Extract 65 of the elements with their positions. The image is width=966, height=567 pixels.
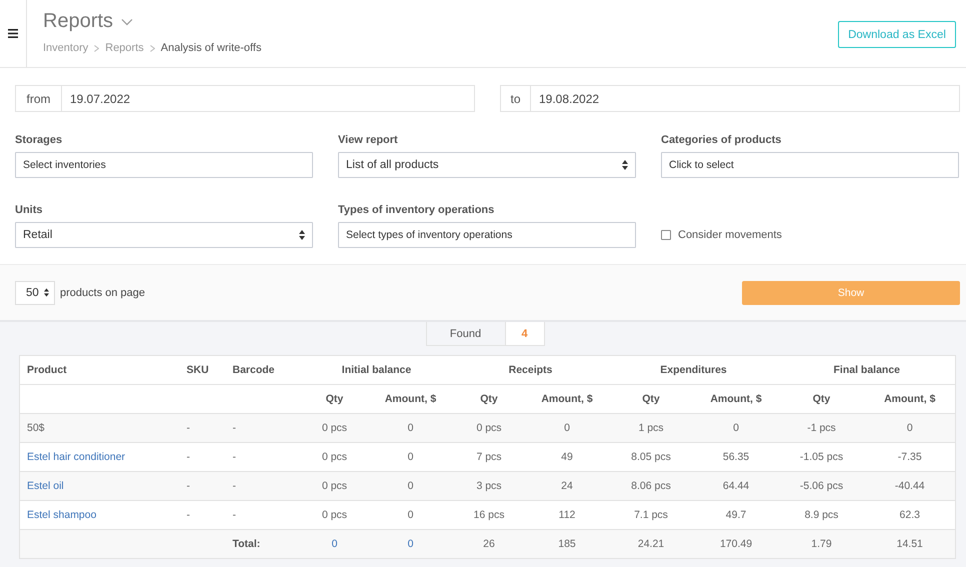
date-field[interactable]: to 19.08.2022	[500, 85, 960, 112]
total-cell: 1.79	[778, 530, 865, 558]
chevron-right-icon	[94, 44, 100, 52]
select-field[interactable]: List of all products	[338, 152, 636, 178]
column-group-header: Initial balance	[300, 356, 453, 384]
column-group-header: Expenditures	[608, 356, 779, 384]
table-cell: 0	[368, 414, 453, 442]
table-cell: 0	[694, 414, 779, 442]
total-cell: 26	[452, 530, 526, 558]
table-cell: 3 pcs	[452, 472, 526, 500]
found-count: 4	[506, 322, 544, 346]
total-cell: 14.51	[864, 530, 956, 558]
multiselect-field[interactable]: Select types of inventory operations	[338, 222, 636, 248]
field-label: View report	[338, 134, 399, 146]
field-label: Categories of products	[661, 134, 782, 146]
column-header: SKU	[180, 356, 226, 384]
column-group-header: Final balance	[778, 356, 956, 384]
column-group-header: Receipts	[452, 356, 609, 384]
total-cell: 185	[526, 530, 609, 558]
table-cell: 0 pcs	[300, 472, 368, 500]
chevron-right-icon	[150, 44, 155, 52]
field-label: Units	[15, 204, 44, 216]
column-header: Product	[20, 356, 180, 384]
page-size-label: products on page	[60, 286, 146, 298]
table-cell: 0	[864, 414, 956, 442]
total-cell: 24.21	[608, 530, 694, 558]
checkbox[interactable]	[661, 230, 671, 240]
checkbox-label[interactable]: Consider movements	[678, 229, 782, 241]
table-cell: -	[226, 414, 300, 442]
table-cell: 1 pcs	[608, 414, 694, 442]
table-cell: 0 pcs	[452, 414, 526, 442]
total-label: Total:	[226, 530, 300, 558]
table-cell: -	[226, 472, 300, 500]
table-cell: 24	[526, 472, 609, 500]
table-cell: 8.06 pcs	[608, 472, 694, 500]
field-label: Types of inventory operations	[338, 204, 496, 216]
table-cell: -5.06 pcs	[778, 472, 865, 500]
found-label: Found	[426, 322, 506, 346]
menu-icon[interactable]	[8, 29, 18, 38]
breadcrumb-item: Analysis of write-offs	[160, 42, 262, 54]
multiselect-field[interactable]: Select inventories	[15, 152, 313, 178]
product-cell[interactable]: Estel oil	[20, 472, 180, 500]
total-cell: 0	[368, 530, 453, 558]
sort-arrows-icon	[299, 230, 305, 240]
table-cell: -	[180, 414, 226, 442]
column-header: Barcode	[226, 356, 300, 384]
chevron-down-icon[interactable]	[121, 18, 134, 26]
table-cell: -	[180, 472, 226, 500]
table-cell: 0	[526, 414, 609, 442]
field-label: Storages	[15, 134, 64, 146]
date-field[interactable]: from 19.07.2022	[15, 85, 475, 112]
sort-arrows-icon	[44, 288, 49, 297]
table-cell: 0	[368, 472, 453, 500]
product-cell: 50$	[20, 414, 180, 442]
table-cell: 64.44	[694, 472, 779, 500]
total-cell: 170.49	[694, 530, 779, 558]
page-size-select[interactable]: 50	[15, 280, 55, 304]
page-title: Reports	[43, 10, 114, 33]
table-cell: -40.44	[864, 472, 956, 500]
select-field[interactable]: Retail	[15, 222, 313, 248]
total-cell: 0	[300, 530, 368, 558]
table-cell: -1 pcs	[778, 414, 865, 442]
table-cell: 0 pcs	[300, 414, 368, 442]
sort-arrows-icon	[622, 160, 628, 170]
multiselect-field[interactable]: Click to select	[661, 152, 959, 178]
